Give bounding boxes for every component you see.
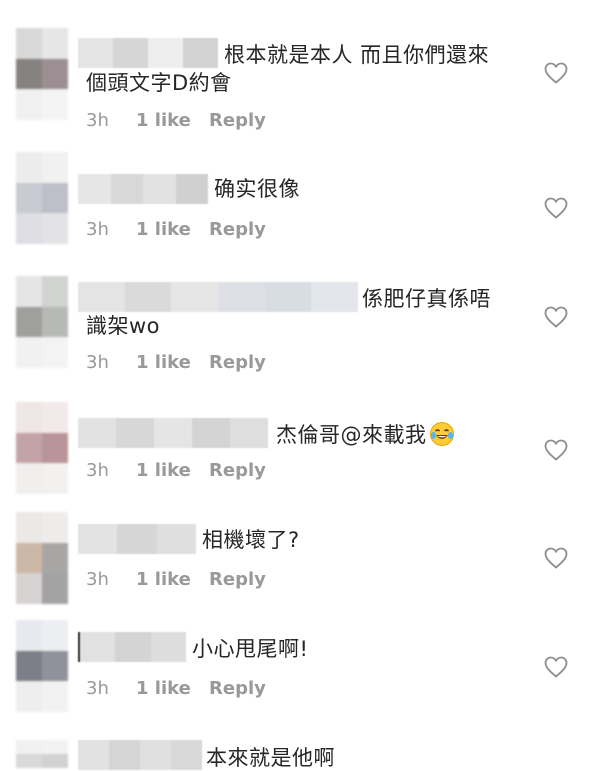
comment-meta: 3h 1 like Reply [86,352,266,373]
comment-meta: 3h 1 like Reply [86,460,266,481]
reply-button[interactable]: Reply [209,569,266,590]
face-with-tears-of-joy-emoji [429,422,454,446]
username-redacted[interactable] [78,282,359,312]
comment-meta: 3h 1 like Reply [86,110,266,131]
username-redacted[interactable] [78,524,196,554]
comment-text: 小心甩尾啊! [192,637,309,661]
comment-time: 3h [86,569,109,590]
heart-icon[interactable] [544,656,568,678]
avatar[interactable] [16,740,68,768]
comment-text: 相機壞了? [202,528,300,552]
comment-time: 3h [86,110,109,131]
comment-meta: 3h 1 like Reply [86,569,266,590]
comment-text-label: 杰倫哥@來載我 [276,423,427,447]
comment-text-continued: 識架wo [86,314,161,338]
heart-icon[interactable] [544,197,568,219]
username-redacted[interactable] [78,174,208,204]
username-redacted[interactable] [78,632,186,662]
avatar[interactable] [16,620,68,712]
comment-time: 3h [86,352,109,373]
reply-button[interactable]: Reply [209,110,266,131]
avatar[interactable] [16,28,68,120]
comment-text-continued: 個頭文字D約會 [86,71,232,95]
comment-meta: 3h 1 like Reply [86,219,266,240]
username-redacted[interactable] [78,418,268,448]
heart-icon[interactable] [544,62,568,84]
comment-time: 3h [86,219,109,240]
like-count[interactable]: 1 like [136,678,209,699]
avatar[interactable] [16,402,68,494]
avatar[interactable] [16,276,68,368]
heart-icon[interactable] [544,306,568,328]
username-redacted[interactable] [78,38,218,68]
like-count[interactable]: 1 like [136,569,209,590]
comment-text: 根本就是本人 而且你們還來 [224,43,490,67]
avatar[interactable] [16,152,68,244]
comment-time: 3h [86,460,109,481]
heart-icon[interactable] [544,439,568,461]
reply-button[interactable]: Reply [209,678,266,699]
comment-text: 係肥仔真係唔 [362,287,491,311]
reply-button[interactable]: Reply [209,219,266,240]
reply-button[interactable]: Reply [209,460,266,481]
comment-text: 确实很像 [214,177,300,201]
comment-text: 本來就是他啊 [206,746,335,770]
heart-icon[interactable] [544,547,568,569]
avatar[interactable] [16,512,68,604]
comment-time: 3h [86,678,109,699]
username-redacted[interactable] [78,740,202,770]
comment-meta: 3h 1 like Reply [86,678,266,699]
like-count[interactable]: 1 like [136,219,209,240]
comment-text: 杰倫哥@來載我 [276,421,455,448]
like-count[interactable]: 1 like [136,460,209,481]
like-count[interactable]: 1 like [136,110,209,131]
reply-button[interactable]: Reply [209,352,266,373]
like-count[interactable]: 1 like [136,352,209,373]
